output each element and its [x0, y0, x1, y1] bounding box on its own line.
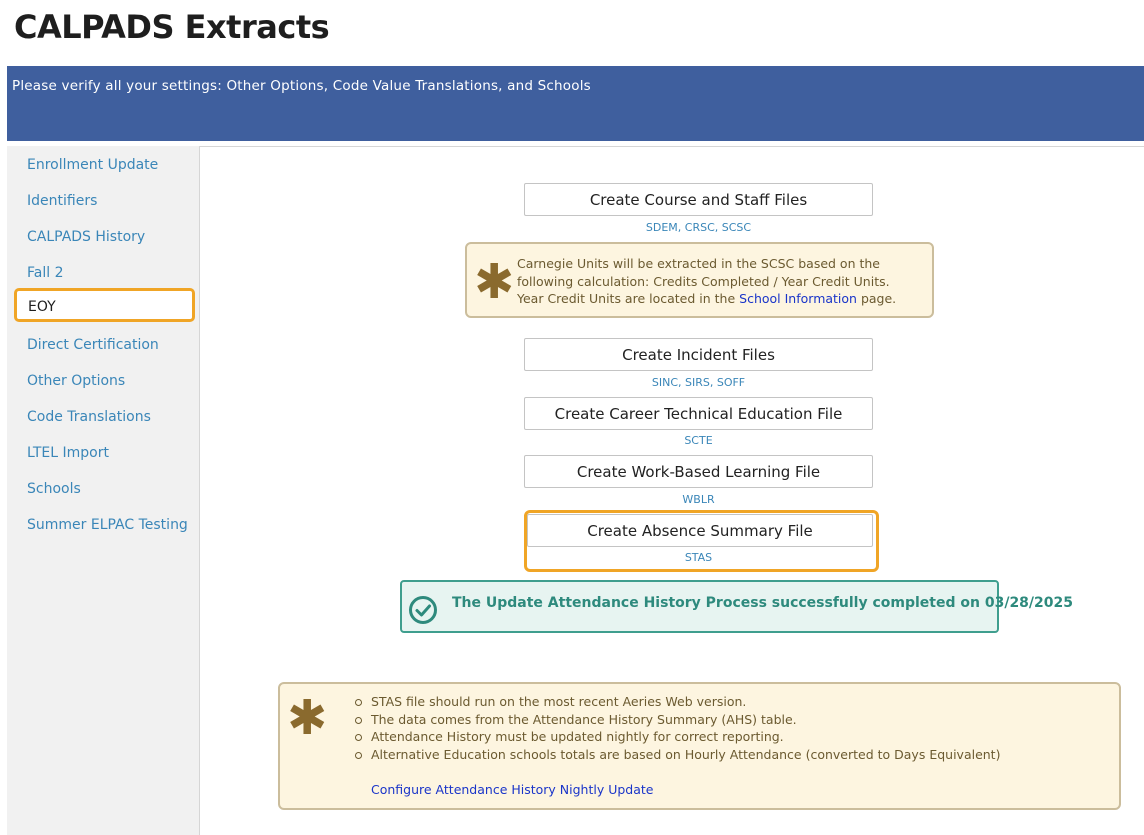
- success-text: The Update Attendance History Process su…: [452, 595, 1074, 611]
- sidebar-item-ltel-import[interactable]: LTEL Import: [27, 445, 109, 461]
- carnegie-note-line-1: Carnegie Units will be extracted in the …: [517, 256, 880, 271]
- sidebar-item-fall-2[interactable]: Fall 2: [27, 265, 63, 281]
- banner-text: Please verify all your settings: Other O…: [12, 78, 591, 94]
- course-staff-file-codes: SDEM, CRSC, SCSC: [645, 221, 752, 234]
- sidebar-item-identifiers[interactable]: Identifiers: [27, 193, 97, 209]
- stas-note: ✱ STAS file should run on the most recen…: [278, 682, 1121, 810]
- list-item: The data comes from the Attendance Histo…: [354, 711, 1000, 729]
- sidebar-item-direct-certification[interactable]: Direct Certification: [27, 337, 159, 353]
- sidebar-item-summer-elpac-testing[interactable]: Summer ELPAC Testing: [27, 517, 188, 533]
- carnegie-units-note: ✱ Carnegie Units will be extracted in th…: [465, 242, 934, 318]
- create-course-staff-files-button[interactable]: Create Course and Staff Files: [524, 183, 873, 216]
- list-item: STAS file should run on the most recent …: [354, 693, 1000, 711]
- sidebar-item-calpads-history[interactable]: CALPADS History: [27, 229, 145, 245]
- asterisk-icon: ✱: [474, 254, 515, 310]
- settings-banner: Please verify all your settings: Other O…: [7, 66, 1144, 141]
- school-information-link[interactable]: School Information: [739, 291, 857, 306]
- incident-file-codes: SINC, SIRS, SOFF: [651, 376, 746, 389]
- list-item: Alternative Education schools totals are…: [354, 746, 1001, 762]
- list-item: Attendance History must be updated night…: [354, 728, 1000, 746]
- stas-note-list: STAS file should run on the most recent …: [335, 693, 1000, 763]
- check-circle-icon: [409, 596, 437, 624]
- sidebar: Enrollment Update Identifiers CALPADS Hi…: [7, 146, 199, 835]
- carnegie-note-text: Carnegie Units will be extracted in the …: [517, 255, 896, 308]
- configure-attendance-history-link[interactable]: Configure Attendance History Nightly Upd…: [371, 782, 654, 797]
- sidebar-item-eoy[interactable]: EOY: [14, 288, 195, 322]
- create-incident-files-button[interactable]: Create Incident Files: [524, 338, 873, 371]
- sidebar-item-enrollment-update[interactable]: Enrollment Update: [27, 157, 158, 173]
- carnegie-note-line-3-suffix: page.: [856, 291, 897, 306]
- page-title: CALPADS Extracts: [14, 8, 330, 46]
- sidebar-item-other-options[interactable]: Other Options: [27, 373, 125, 389]
- cte-file-codes: SCTE: [684, 434, 713, 447]
- sidebar-item-code-translations[interactable]: Code Translations: [27, 409, 151, 425]
- sidebar-item-schools[interactable]: Schools: [27, 481, 81, 497]
- carnegie-note-line-3: Year Credit Units are located in the Sch…: [517, 290, 896, 308]
- asterisk-icon: ✱: [287, 690, 328, 746]
- carnegie-note-line-3-prefix: Year Credit Units are located in the: [517, 291, 740, 306]
- work-based-learning-file-codes: WBLR: [682, 493, 715, 506]
- carnegie-note-line-2: following calculation: Credits Completed…: [517, 273, 890, 289]
- success-message: The Update Attendance History Process su…: [400, 580, 1073, 633]
- absence-summary-highlight: [524, 510, 879, 572]
- create-work-based-learning-file-button[interactable]: Create Work-Based Learning File: [524, 455, 873, 488]
- create-cte-file-button[interactable]: Create Career Technical Education File: [524, 397, 873, 430]
